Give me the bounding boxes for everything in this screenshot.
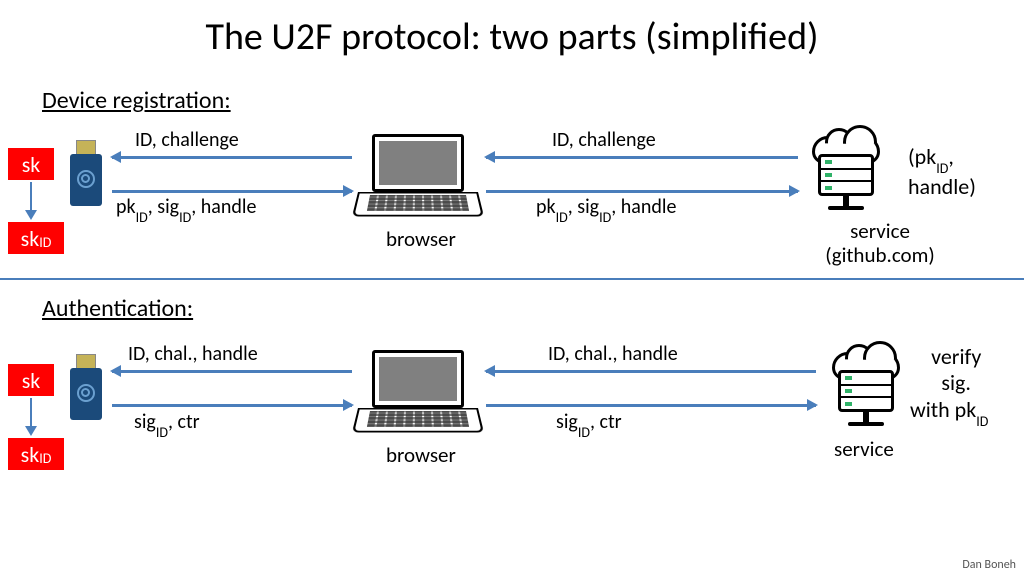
skid-box-auth: skID [8, 438, 64, 470]
m2: ID [136, 209, 148, 226]
msg-s2b-top-auth: ID, chal., handle [548, 342, 678, 366]
sk-box-auth: sk [8, 364, 54, 396]
skid-text-prefix-auth: sk [21, 441, 40, 468]
arrow-k2b-bot-reg [112, 190, 352, 193]
arrow-s2b-top-auth [486, 370, 816, 373]
msg-k2b-bot-auth: sigID, ctr [134, 410, 200, 437]
msg-b2s-bot-auth: sigID, ctr [556, 410, 622, 437]
skid-text-sub-auth: ID [39, 450, 51, 467]
arrow-b2s-bot-auth [486, 404, 816, 407]
m3: , sig [148, 195, 179, 219]
arrow-b2k-top-reg [112, 156, 352, 159]
author-credit: Dan Boneh [962, 558, 1016, 572]
verify-l2: sig. [941, 369, 971, 396]
n4: ID [599, 209, 611, 226]
m4: ID [179, 209, 191, 226]
msg-b2k-top-reg: ID, challenge [135, 128, 239, 152]
section-registration-label: Device registration: [42, 86, 231, 115]
b3: , ctr [590, 410, 622, 434]
laptop-icon-auth [358, 350, 478, 440]
msg-b2k-top-auth: ID, chal., handle [128, 342, 258, 366]
service-l2-reg: (github.com) [825, 242, 935, 268]
a3: , ctr [168, 410, 200, 434]
b1: sig [556, 410, 578, 434]
section-authentication-label: Authentication: [42, 294, 193, 323]
arrow-sk-to-skid-auth [30, 398, 32, 434]
n1: pk [536, 195, 556, 219]
a2: ID [156, 424, 168, 441]
sk-box-reg: sk [8, 148, 54, 180]
server-verify-auth: verify sig. with pkID [924, 344, 988, 427]
section-divider [0, 278, 1024, 280]
verify-l3-sub: ID [976, 414, 988, 431]
m5: , handle [191, 195, 256, 219]
skid-box-reg: skID [8, 222, 64, 254]
a1: sig [134, 410, 156, 434]
n3: , sig [568, 195, 599, 219]
verify-l1: verify [931, 343, 981, 370]
laptop-icon-reg [358, 134, 478, 224]
b2: ID [578, 424, 590, 441]
m1: pk [116, 195, 136, 219]
arrow-b2s-bot-reg [486, 190, 798, 193]
server-icon-reg [806, 136, 886, 216]
n5: , handle [611, 195, 676, 219]
stores-sub: ID [936, 161, 948, 178]
skid-text-prefix: sk [21, 225, 40, 252]
service-l1-reg: service [850, 218, 910, 244]
msg-b2s-bot-reg: pkID, sigID, handle [536, 195, 676, 222]
skid-text-sub: ID [39, 234, 51, 251]
browser-label-reg: browser [386, 226, 456, 252]
arrow-b2k-top-auth [112, 370, 352, 373]
browser-label-auth: browser [386, 442, 456, 468]
service-label-auth: service [834, 436, 894, 462]
verify-l3-prefix: with pk [910, 396, 976, 423]
arrow-s2b-top-reg [486, 156, 798, 159]
stores-prefix: (pk [908, 143, 936, 170]
slide-title: The U2F protocol: two parts (simplified) [0, 0, 1024, 60]
security-key-icon-auth [70, 354, 106, 424]
server-icon-auth [826, 352, 906, 432]
msg-s2b-top-reg: ID, challenge [552, 128, 656, 152]
stores-suffix: , [948, 143, 954, 170]
arrow-sk-to-skid-reg [30, 182, 32, 218]
n2: ID [556, 209, 568, 226]
security-key-icon-reg [70, 140, 106, 210]
service-label-reg: service (github.com) [810, 219, 950, 267]
server-stores-reg: (pkID, handle) [908, 144, 976, 201]
msg-k2b-bot-reg: pkID, sigID, handle [116, 195, 256, 222]
arrow-k2b-bot-auth [112, 404, 352, 407]
